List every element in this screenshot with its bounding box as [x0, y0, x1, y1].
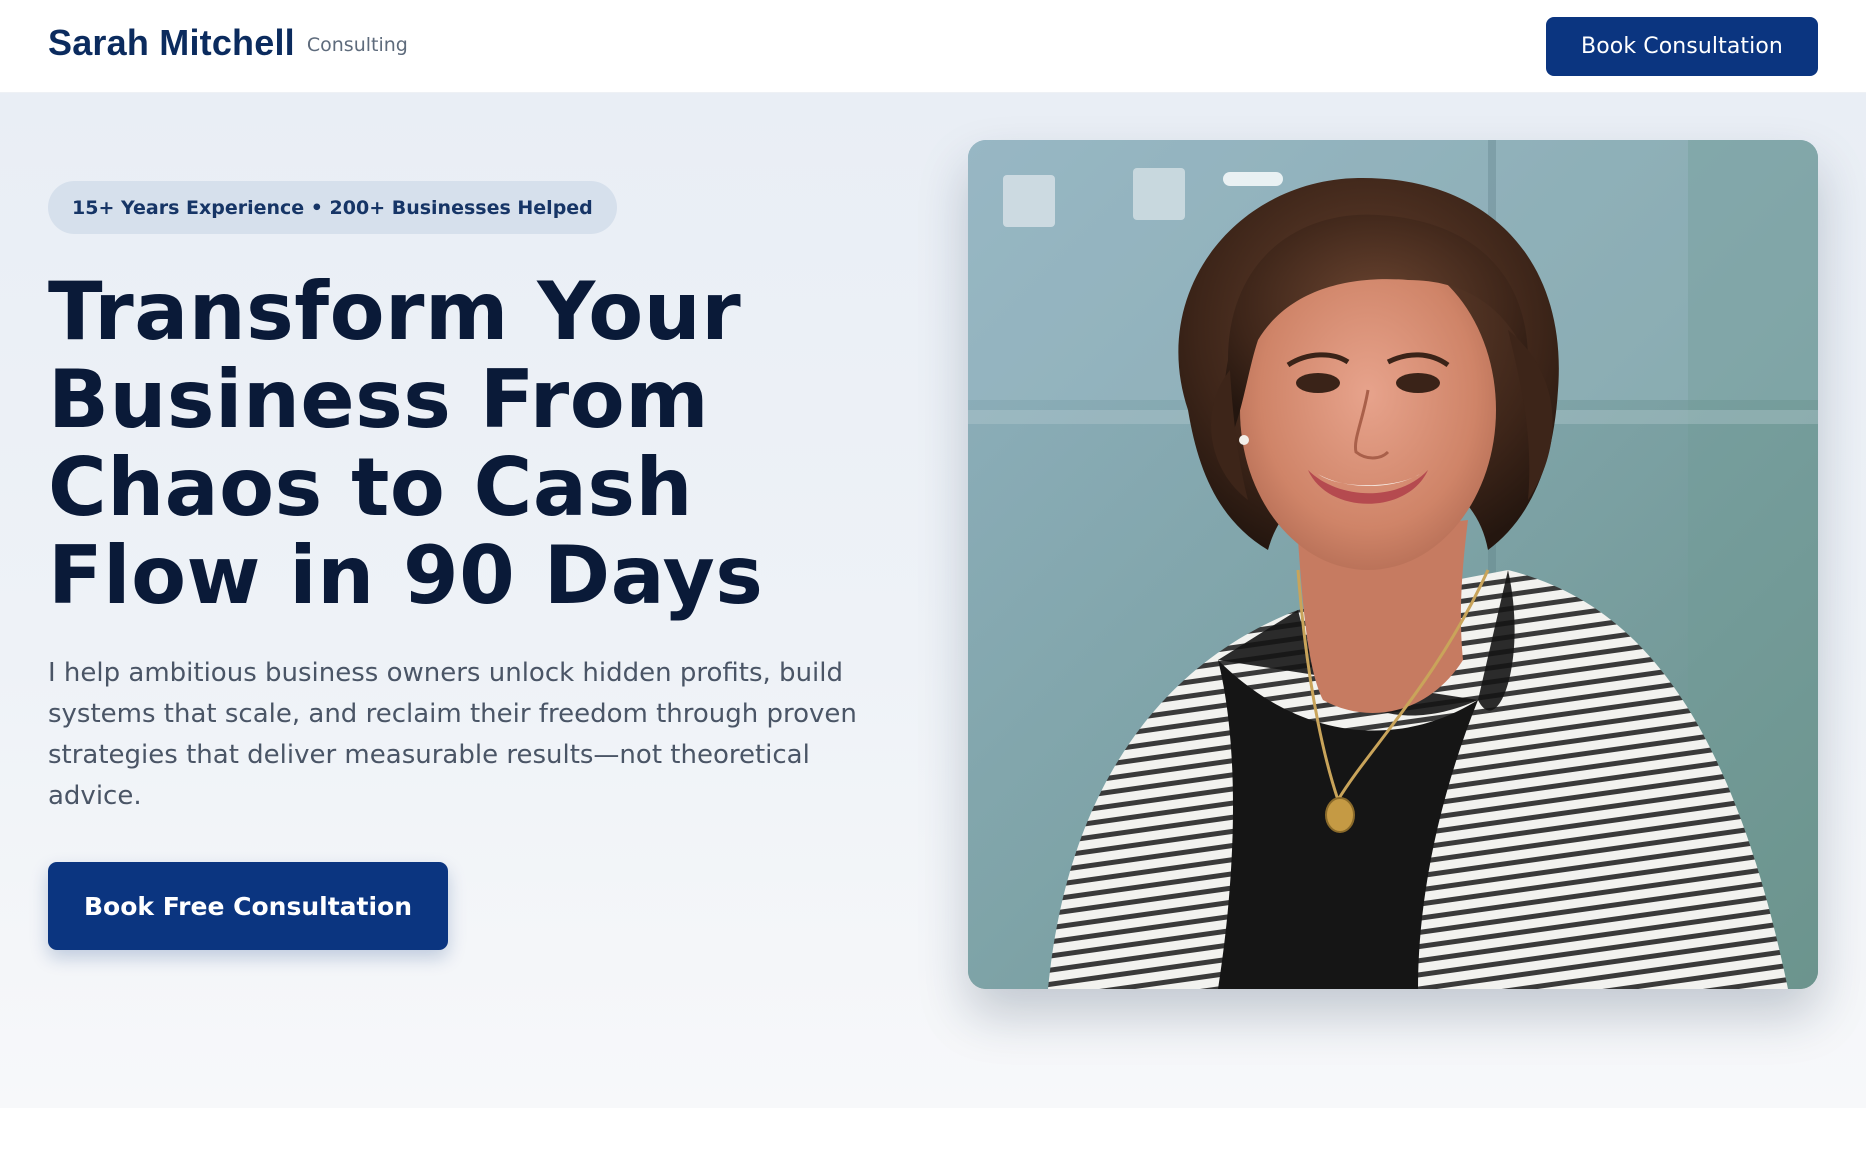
headline-line: Flow in 90 Days — [48, 529, 764, 622]
hero-headline: Transform Your Business From Chaos to Ca… — [48, 268, 948, 620]
site-header: Sarah Mitchell Consulting Book Consultat… — [0, 0, 1866, 93]
brand-name: Sarah Mitchell — [48, 22, 295, 63]
book-consultation-button[interactable]: Book Consultation — [1546, 17, 1818, 76]
page-footer-space — [0, 1108, 1866, 1164]
experience-badge: 15+ Years Experience • 200+ Businesses H… — [48, 181, 617, 234]
headline-line: Chaos to Cash — [48, 441, 693, 534]
book-free-consultation-button[interactable]: Book Free Consultation — [48, 862, 448, 950]
hero-section: 15+ Years Experience • 200+ Businesses H… — [0, 93, 1866, 1108]
headline-line: Business From — [48, 353, 710, 446]
brand-tagline: Consulting — [306, 34, 408, 56]
consultant-portrait-photo — [968, 140, 1818, 989]
portrait-illustration — [968, 140, 1818, 989]
hero-description: I help ambitious business owners unlock … — [48, 658, 857, 811]
brand-logo[interactable]: Sarah Mitchell Consulting — [48, 22, 408, 64]
headline-line: Transform Your — [48, 265, 742, 358]
